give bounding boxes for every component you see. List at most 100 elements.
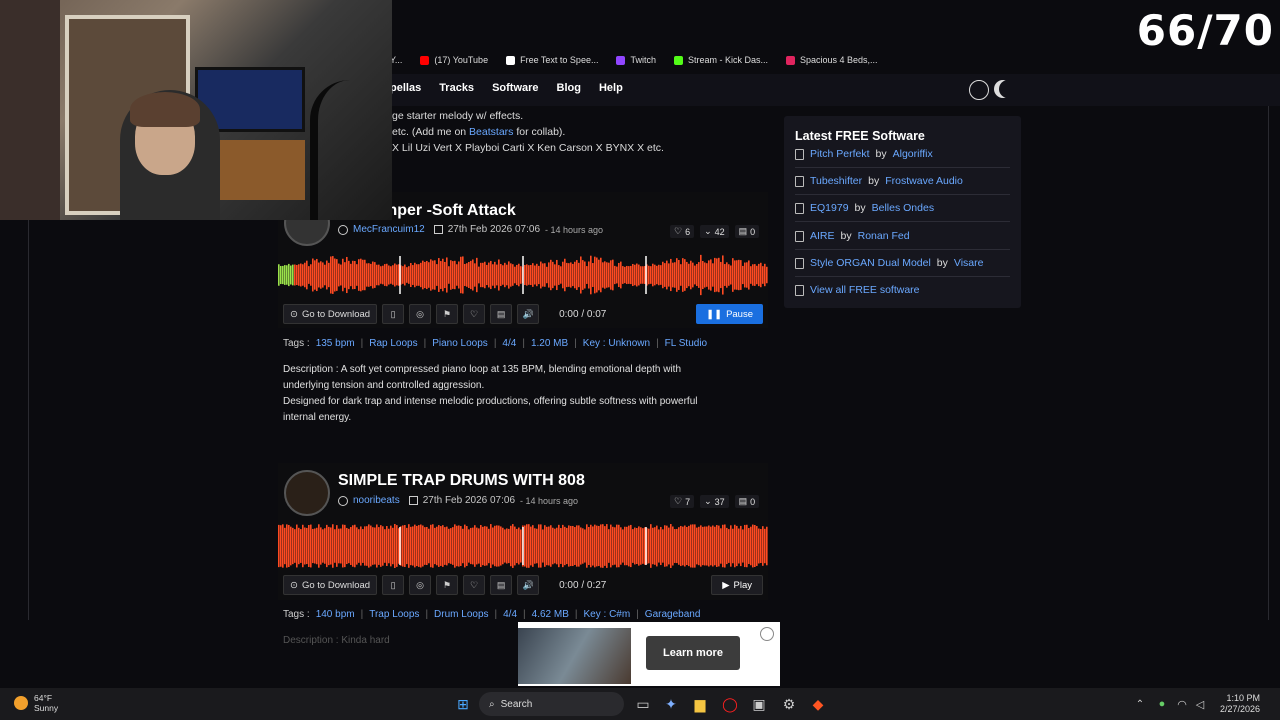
maker-link[interactable]: Belles Ondes (872, 202, 934, 214)
bookmark-youtube[interactable]: (17) YouTube (420, 55, 488, 65)
maker-link[interactable]: Visare (954, 257, 984, 269)
tag[interactable]: Key : Unknown (583, 338, 650, 349)
author-link[interactable]: MecFrancuim12 (353, 224, 425, 235)
volume-button[interactable]: 🔊 (517, 575, 540, 595)
waveform-bar (434, 260, 436, 290)
store-icon[interactable]: ▣ (747, 692, 771, 716)
software-link[interactable]: AIRE (810, 230, 835, 242)
waveform[interactable] (278, 521, 768, 571)
bookmark-listing[interactable]: Spacious 4 Beds,... (786, 55, 878, 65)
waveform-bar (312, 258, 314, 292)
user-icon[interactable] (969, 80, 989, 100)
volume-button[interactable]: 🔊 (517, 304, 540, 324)
waveform[interactable] (278, 250, 768, 300)
avatar[interactable] (284, 470, 330, 516)
taskbar-search[interactable]: ⌕ Search (479, 692, 624, 716)
go-to-download-button[interactable]: ⊙ Go to Download (283, 304, 378, 324)
tag[interactable]: Key : C#m (584, 609, 631, 620)
tag[interactable]: 4/4 (503, 609, 517, 620)
tag[interactable]: Piano Loops (432, 338, 488, 349)
maker-link[interactable]: Algoriffix (893, 148, 933, 160)
waveform-bar (418, 264, 420, 286)
system-clock[interactable]: 1:10 PM 2/27/2026 (1220, 693, 1260, 715)
software-link[interactable]: Pitch Perfekt (810, 148, 870, 160)
tag[interactable]: Drum Loops (434, 609, 488, 620)
pause-button[interactable]: ❚❚ Pause (696, 304, 763, 324)
software-link[interactable]: Style ORGAN Dual Model (810, 257, 931, 269)
play-button[interactable]: ▶ Play (711, 575, 763, 595)
waveform-bar (428, 528, 430, 564)
weather-widget[interactable]: 64°F Sunny (14, 693, 58, 713)
bookmark-twitch[interactable]: Twitch (616, 55, 656, 65)
favorite-button[interactable]: ♡ (463, 304, 486, 324)
flag-button[interactable]: ⚑ (436, 575, 459, 595)
tag[interactable]: 1.20 MB (531, 338, 568, 349)
software-item: Tubeshifter by Frostwave Audio (795, 175, 963, 187)
user-icon (338, 224, 348, 235)
waveform-bar (360, 258, 362, 292)
tag[interactable]: 140 bpm (316, 609, 355, 620)
waveform-bar (546, 526, 548, 566)
copilot-icon[interactable]: ✦ (659, 692, 683, 716)
waveform-bar (394, 263, 396, 287)
tag[interactable]: 135 bpm (316, 338, 355, 349)
waveform-bar (506, 528, 508, 564)
like-count[interactable]: ♡ 6 (670, 225, 695, 238)
bookmark-tts[interactable]: Free Text to Spee... (506, 55, 598, 65)
chevron-down-icon: ⌄ (704, 226, 712, 236)
nav-tracks[interactable]: Tracks (439, 82, 474, 94)
waveform-bar (602, 524, 604, 568)
loop-title[interactable]: SIMPLE TRAP DRUMS WITH 808 (338, 472, 585, 490)
favorite-button[interactable]: ♡ (463, 575, 486, 595)
ad-image[interactable] (518, 628, 631, 684)
tag[interactable]: Rap Loops (369, 338, 417, 349)
waveform-bar (468, 261, 470, 289)
loop-title[interactable]: mper -Soft Attack (383, 202, 516, 220)
chevron-up-icon[interactable]: ⌃ (1128, 692, 1152, 716)
flag-button[interactable]: ⚑ (436, 304, 459, 324)
settings-icon[interactable]: ⚙ (777, 692, 801, 716)
go-to-download-button[interactable]: ⊙ Go to Download (283, 575, 378, 595)
speaker-icon[interactable]: ◁ (1188, 692, 1212, 716)
waveform-bar (278, 524, 280, 568)
author-link[interactable]: nooribeats (353, 495, 400, 506)
maker-link[interactable]: Ronan Fed (858, 230, 910, 242)
info-button[interactable]: ▯ (382, 304, 405, 324)
loop-button[interactable]: ◎ (409, 304, 432, 324)
waveform-bar (566, 527, 568, 565)
dark-mode-icon[interactable] (999, 80, 1017, 98)
beatstars-link[interactable]: Beatstars (469, 126, 513, 138)
tag[interactable]: Garageband (645, 609, 701, 620)
info-button[interactable]: ▯ (382, 575, 405, 595)
waveform-bar (426, 526, 428, 566)
comment-button[interactable]: ▤ (490, 575, 513, 595)
tag[interactable]: 4/4 (502, 338, 516, 349)
waveform-bar (704, 262, 706, 288)
view-all-link[interactable]: View all FREE software (810, 284, 920, 296)
maker-link[interactable]: Frostwave Audio (885, 175, 963, 187)
nav-help[interactable]: Help (599, 82, 623, 94)
tag[interactable]: Trap Loops (369, 609, 419, 620)
nav-software[interactable]: Software (492, 82, 538, 94)
waveform-bar (442, 258, 444, 292)
software-link[interactable]: EQ1979 (810, 202, 849, 214)
software-link[interactable]: Tubeshifter (810, 175, 862, 187)
scrollbar-track[interactable] (1268, 106, 1269, 620)
waveform-bar (360, 526, 362, 566)
like-count[interactable]: ♡ 7 (670, 495, 695, 508)
bookmark-kick[interactable]: Stream - Kick Das... (673, 55, 768, 65)
tag[interactable]: FL Studio (665, 338, 707, 349)
windows-start-icon[interactable]: ⊞ (451, 692, 475, 716)
file-explorer-icon[interactable]: ▆ (688, 692, 712, 716)
task-view-icon[interactable]: ▭ (631, 692, 655, 716)
waveform-bar (526, 264, 528, 286)
nav-acapellas[interactable]: pellas (390, 82, 421, 94)
nav-blog[interactable]: Blog (557, 82, 581, 94)
learn-more-button[interactable]: Learn more (646, 636, 740, 670)
opera-icon[interactable]: ◯ (718, 692, 742, 716)
brave-icon[interactable]: ◆ (806, 692, 830, 716)
close-icon[interactable] (760, 627, 774, 641)
comment-button[interactable]: ▤ (490, 304, 513, 324)
tag[interactable]: 4.62 MB (532, 609, 569, 620)
loop-button[interactable]: ◎ (409, 575, 432, 595)
